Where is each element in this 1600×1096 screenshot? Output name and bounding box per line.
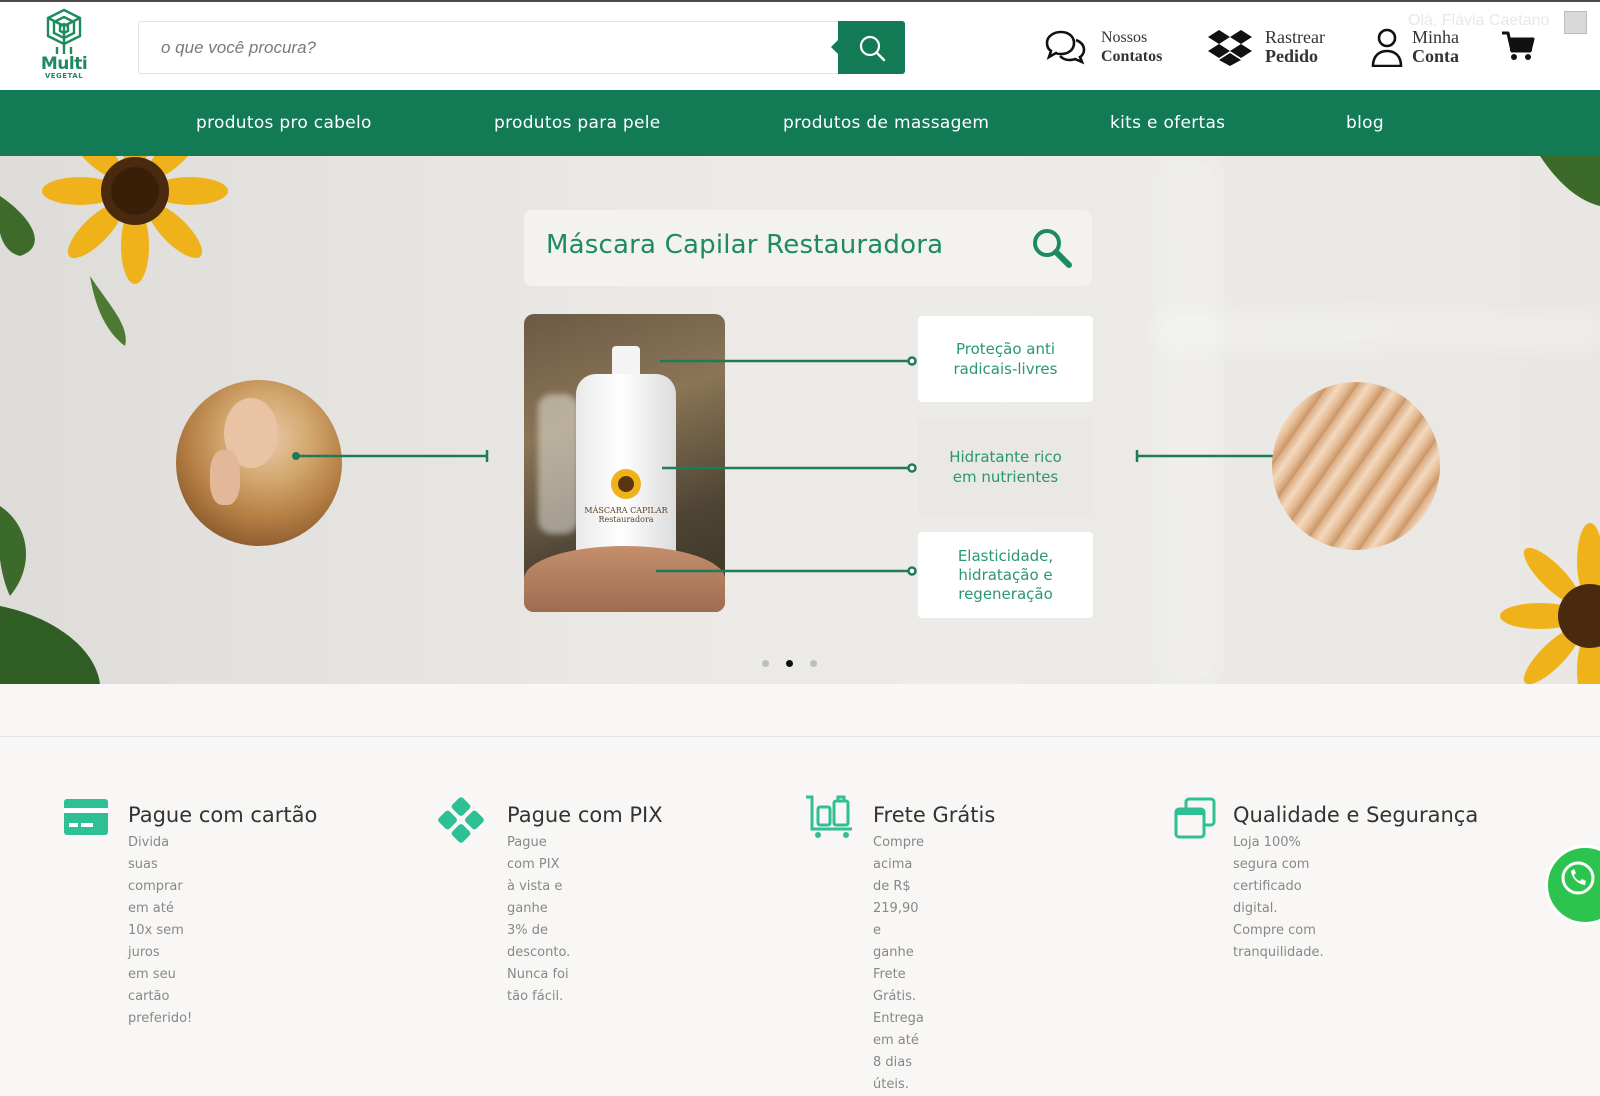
benefit-desc: Divida suas comprar em até 10x sem juros…: [128, 835, 193, 1026]
benefit-title: Qualidade e Segurança: [1233, 803, 1479, 827]
contacts-link[interactable]: Nossos Contatos: [1043, 24, 1162, 70]
feature-card-antioxidant: Proteção anti radicais-livres: [918, 316, 1093, 402]
cart-icon: [1502, 31, 1535, 60]
user-icon: [1371, 28, 1403, 67]
site-header: Multi VEGETAL Nossos Contatos RastrearPed…: [0, 0, 1600, 90]
sunflower-label-icon: [611, 469, 641, 499]
nav-item-skin[interactable]: produtos para pele: [494, 90, 661, 156]
magnifier-icon: [1033, 229, 1072, 268]
nav-item-hair[interactable]: produtos pro cabelo: [196, 90, 372, 156]
feature-connectors: [656, 356, 917, 576]
benefit-title: Pague com PIX: [507, 803, 663, 827]
chat-bubbles-icon: [1045, 30, 1086, 65]
nav-item-massage[interactable]: produtos de massagem: [783, 90, 989, 156]
windows-icon: [1174, 797, 1216, 839]
logo-text: Multi: [40, 54, 88, 74]
hair-texture-image: [1272, 382, 1440, 550]
carousel-dot-3[interactable]: [810, 660, 817, 667]
feature-card-hydration: Hidratante rico em nutrientes: [918, 418, 1093, 516]
dropbox-icon: [1208, 30, 1252, 66]
logo[interactable]: Multi VEGETAL: [34, 8, 94, 88]
credit-card-icon: [64, 799, 108, 835]
leaves-bottom-left-image: [0, 506, 100, 684]
leaf-top-right-image: [1540, 156, 1600, 206]
search-icon: [859, 35, 885, 61]
main-nav: produtos pro cabelo produtos para pele p…: [0, 90, 1600, 156]
connector-line-left: [292, 450, 489, 462]
benefit-title: Frete Grátis: [873, 803, 996, 827]
nav-item-kits[interactable]: kits e ofertas: [1110, 90, 1225, 156]
benefit-desc: Loja 100% segura com certificado digital…: [1233, 835, 1324, 960]
contacts-label-1: Nossos: [1101, 29, 1148, 46]
benefit-desc: Pague com PIX à vista e ganhe 3% de desco…: [507, 835, 571, 1004]
carousel-dot-2[interactable]: [786, 660, 793, 667]
account-link[interactable]: Minha Conta: [1370, 24, 1459, 70]
benefits-bar: Pague com cartão Divida suas comprar em …: [0, 736, 1600, 1092]
hero-title: Máscara Capilar Restauradora: [546, 230, 944, 260]
track-order-link[interactable]: Rastrear Pedido: [1207, 24, 1325, 70]
avatar[interactable]: [1564, 11, 1587, 34]
benefit-title: Pague com cartão: [128, 803, 318, 827]
hero-banner[interactable]: Máscara Capilar Restauradora MÁSCARA CAP…: [0, 156, 1600, 684]
nav-item-blog[interactable]: blog: [1346, 90, 1384, 156]
pix-icon: [438, 797, 484, 843]
feature-card-elasticity: Elasticidade, hidratação e regeneração: [918, 532, 1093, 618]
cart-button[interactable]: [1501, 30, 1535, 67]
search-bar: [138, 21, 905, 74]
sunflower-top-left-image: [0, 156, 228, 346]
model-hair-image: [176, 380, 342, 546]
contacts-label-2: Contatos: [1101, 48, 1163, 65]
search-button[interactable]: [831, 21, 905, 74]
account-label-2: Conta: [1412, 46, 1460, 66]
luggage-cart-icon: [806, 795, 852, 838]
track-label-2: Pedido: [1265, 46, 1319, 66]
benefit-desc: Compre acima de R$ 219,90 e ganhe Frete G…: [873, 835, 925, 1092]
account-label-1: Minha: [1412, 27, 1459, 47]
whatsapp-icon: [1561, 861, 1595, 895]
search-input[interactable]: [139, 22, 839, 73]
carousel-dot-1[interactable]: [762, 660, 769, 667]
hero-title-box: Máscara Capilar Restauradora: [524, 210, 1092, 286]
logo-mark-icon: [46, 8, 82, 54]
track-label-1: Rastrear: [1265, 27, 1325, 47]
sunflower-bottom-right-image: [1500, 523, 1600, 684]
user-greeting: Olá, Flávia Caetano: [1408, 12, 1550, 29]
